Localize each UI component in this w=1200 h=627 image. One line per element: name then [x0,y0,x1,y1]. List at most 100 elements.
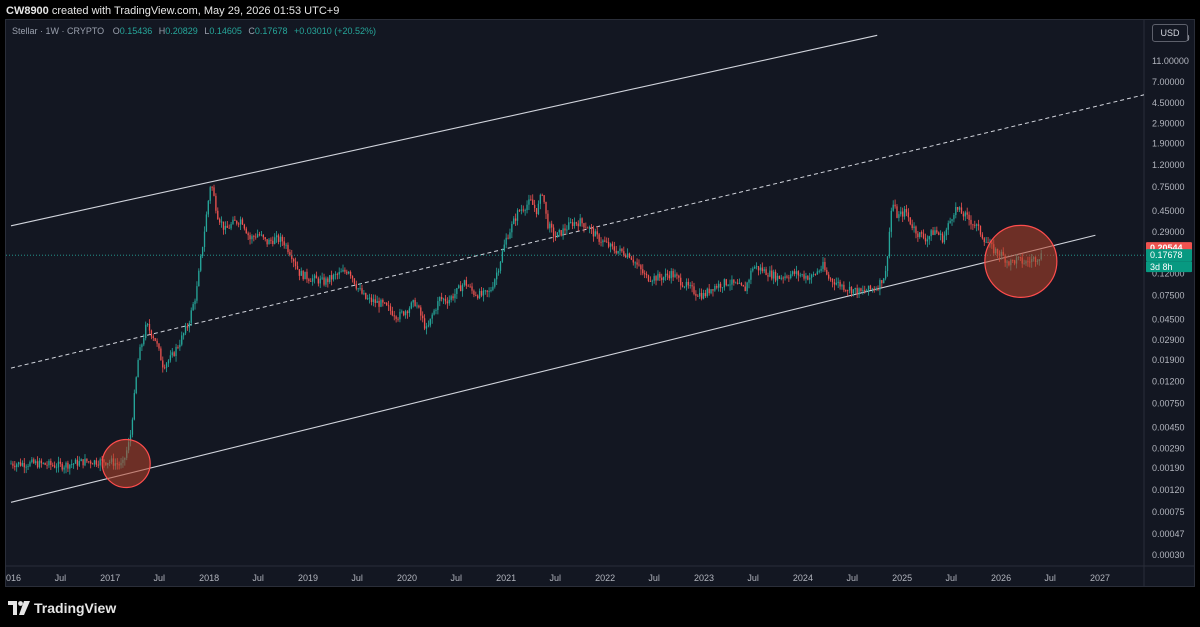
tradingview-footer: TradingView [8,598,116,618]
candle-body [702,293,705,299]
candle-body [854,287,856,290]
x-tick-label: 2025 [892,573,912,583]
currency-button[interactable]: USD [1152,24,1188,42]
candle-body [207,200,209,215]
candle-body [689,285,691,286]
candle-body [414,300,416,307]
candle-body [828,274,830,279]
candle-body [397,318,399,320]
candle-body [222,221,225,230]
x-tick-label: 2027 [1090,573,1110,583]
candle-body [604,240,606,242]
candle-body [496,272,498,280]
candle-body [69,464,71,469]
candle-body [505,237,507,245]
candle-body [465,280,467,286]
candle-body [661,277,663,281]
candle-body [177,347,179,348]
y-tick-label: 0.29000 [1152,227,1185,237]
price-label-text: 0.17678 [1150,250,1183,260]
candle-body [949,220,951,224]
candle-body [471,286,473,291]
candle-body [448,299,450,304]
chart-panel[interactable]: 18.0000011.000007.000004.500002.900001.9… [5,19,1195,587]
candle-body [167,360,170,364]
candle-body [274,237,276,244]
candle-body [740,283,743,286]
y-tick-label: 0.04500 [1152,314,1185,324]
candle-body [930,230,932,237]
candle-body [97,464,99,466]
candle-body [317,278,320,284]
candle-body [480,290,483,296]
candle-body [769,270,771,277]
candle-body [342,269,344,272]
candle-body [344,269,346,272]
candle-body [332,274,335,280]
candle-body [93,460,96,465]
candle-body [784,276,786,279]
candle-body [911,224,913,229]
y-tick-label: 0.02900 [1152,335,1185,345]
candle-body [247,233,249,236]
candle-body [275,235,278,238]
candle-body [230,224,232,229]
y-tick-label: 0.45000 [1152,206,1185,216]
candle-body [478,290,481,299]
x-tick-label: Jul [945,573,957,583]
candle-body [145,324,147,339]
candle-body [805,275,807,279]
candle-body [786,276,788,278]
candle-body [65,462,67,468]
candle-body [27,466,29,467]
candle-body [160,348,162,361]
candle-body [723,279,726,288]
candle-body [638,264,640,266]
candle-body [156,340,158,344]
candle-body [67,462,69,469]
candle-body [165,363,168,368]
candle-body [395,316,397,319]
candle-body [735,282,737,284]
candle-body [181,335,183,345]
y-tick-label: 0.01200 [1152,377,1185,387]
candle-body [628,253,631,258]
candle-body [25,466,27,468]
low-value: 0.14605 [209,26,242,36]
candle-body [687,281,689,286]
candle-body [340,271,342,273]
candle-body [387,305,390,307]
candle-body [90,461,92,464]
candle-body [662,277,665,281]
candle-body [556,232,559,238]
candle-body [721,287,724,289]
y-tick-label: 0.00075 [1152,507,1185,517]
candle-body [776,275,779,281]
candle-body [348,271,350,274]
candle-body [14,465,16,468]
candle-body [226,225,228,228]
candle-body [131,419,134,435]
price-chart[interactable]: 18.0000011.000007.000004.500002.900001.9… [6,20,1194,586]
candle-body [272,240,274,244]
symbol-label: Stellar · 1W · CRYPTO [12,26,105,36]
candle-body [520,209,523,211]
candle-body [848,286,851,291]
candle-body [782,277,784,279]
candle-body [55,467,58,469]
candle-body [359,288,361,290]
candle-body [511,223,513,233]
candle-body [979,225,982,235]
candle-body [325,278,327,285]
candle-body [704,293,707,297]
candle-body [532,199,534,205]
candle-body [258,234,261,236]
candle-body [200,256,202,271]
candle-body [748,279,750,283]
candle-body [368,297,371,299]
candle-body [76,459,79,466]
candle-body [201,246,204,257]
candle-body [143,338,145,345]
candle-body [133,393,135,420]
candle-body [847,290,849,292]
